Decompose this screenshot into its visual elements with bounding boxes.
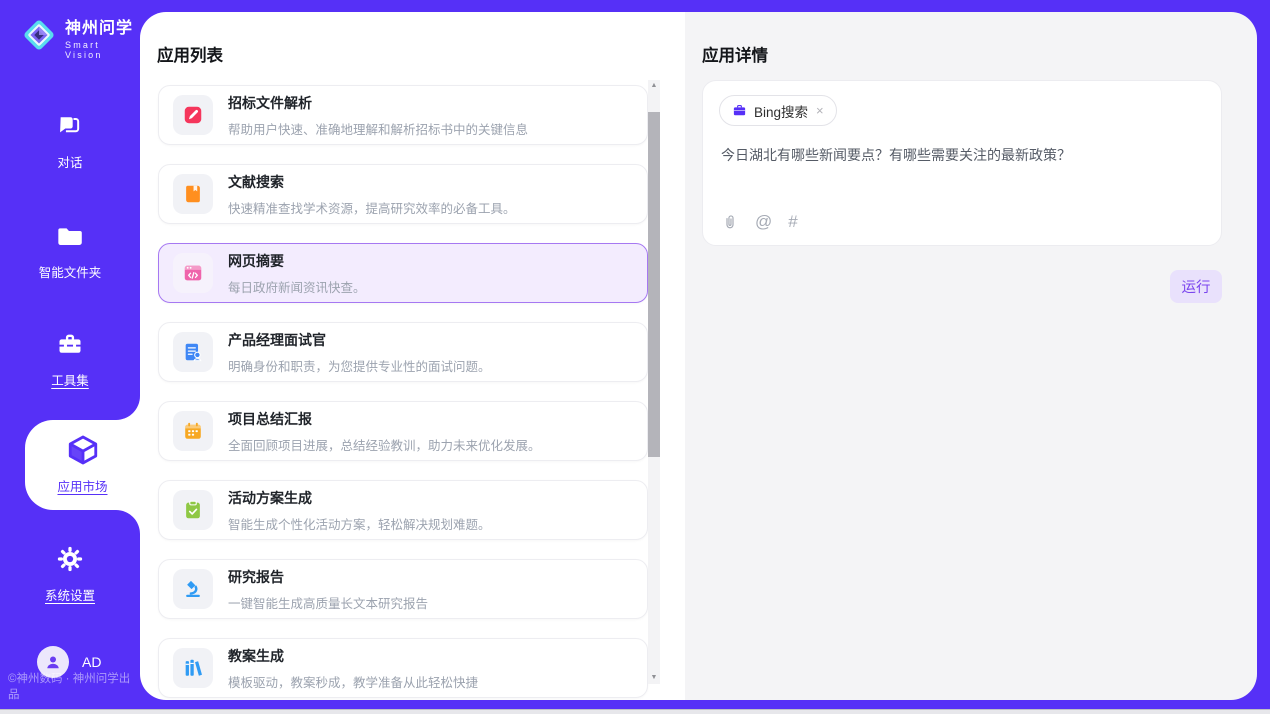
tool-tag-bing[interactable]: Bing搜索 ×: [719, 95, 837, 126]
sidebar-item-label: 应用市场: [25, 476, 140, 495]
sidebar-item-label: 工具集: [0, 370, 140, 389]
app-name: 教案生成: [228, 646, 478, 666]
scroll-up-icon[interactable]: ▲: [648, 80, 660, 92]
sidebar-item-label: 对话: [0, 152, 140, 171]
app-name: 产品经理面试官: [228, 330, 491, 350]
brand-name: 神州问学: [65, 14, 140, 38]
app-detail-panel: 应用详情 Bing搜索 × 今日湖北有哪些新闻要点？有哪些需要关注的最新政策？ …: [685, 12, 1257, 700]
app-list-panel: 应用列表 招标文件解析 帮助用户快速、准确地理解和解析招标书中的关键信息 文献搜…: [140, 12, 685, 700]
calendar-icon: [173, 411, 213, 451]
diamond-logo-icon: [20, 16, 58, 59]
sidebar-item-label: 智能文件夹: [0, 262, 140, 281]
scrollbar-thumb[interactable]: [648, 112, 660, 457]
sidebar-item-smart-folder[interactable]: 智能文件夹: [0, 222, 140, 281]
app-card[interactable]: 教案生成 模板驱动，教案秒成，教学准备从此轻松快捷: [158, 638, 648, 698]
chat-icon: [56, 112, 84, 140]
clipboard-check-icon: [173, 490, 213, 530]
app-name: 项目总结汇报: [228, 409, 541, 429]
attachment-toolbar: @ #: [721, 212, 798, 232]
prompt-text-input[interactable]: 今日湖北有哪些新闻要点？有哪些需要关注的最新政策？: [721, 145, 1201, 165]
app-card[interactable]: 文献搜索 快速精准查找学术资源，提高研究效率的必备工具。: [158, 164, 648, 224]
books-icon: [173, 648, 213, 688]
app-name: 网页摘要: [228, 251, 366, 271]
app-desc: 全面回顾项目进展，总结经验教训，助力未来优化发展。: [228, 435, 541, 454]
copyright-footer: ©神州数码 · 神州问学出品: [8, 670, 140, 702]
brand-subtitle: Smart Vision: [65, 40, 140, 60]
app-detail-title: 应用详情: [702, 42, 768, 66]
app-desc: 帮助用户快速、准确地理解和解析招标书中的关键信息: [228, 119, 528, 138]
sidebar-item-app-market[interactable]: 应用市场: [25, 420, 140, 510]
app-card-selected[interactable]: 网页摘要 每日政府新闻资讯快查。: [158, 243, 648, 303]
app-card[interactable]: 研究报告 一键智能生成高质量长文本研究报告: [158, 559, 648, 619]
scroll-down-icon[interactable]: ▼: [648, 672, 660, 684]
app-list-title: 应用列表: [157, 42, 223, 66]
app-list-scrollbar[interactable]: ▲ ▼: [648, 80, 660, 684]
window-bottom-edge: [0, 709, 1270, 714]
app-desc: 一键智能生成高质量长文本研究报告: [228, 593, 428, 612]
browser-code-icon: [173, 253, 213, 293]
brand-logo: 神州问学 Smart Vision: [20, 14, 140, 60]
app-name: 招标文件解析: [228, 93, 528, 113]
bump-notch-bottom: [116, 510, 140, 534]
mention-icon[interactable]: @: [755, 212, 772, 232]
app-card[interactable]: 招标文件解析 帮助用户快速、准确地理解和解析招标书中的关键信息: [158, 85, 648, 145]
briefcase-icon: [732, 103, 747, 118]
bump-notch-top: [116, 396, 140, 420]
app-desc: 智能生成个性化活动方案，轻松解决规划难题。: [228, 514, 491, 533]
run-button[interactable]: 运行: [1170, 270, 1222, 303]
close-icon[interactable]: ×: [816, 103, 824, 118]
sidebar-item-toolset[interactable]: 工具集: [0, 330, 140, 389]
sidebar: 神州问学 Smart Vision 对话 智能文件夹: [0, 0, 140, 714]
content-area: 应用列表 招标文件解析 帮助用户快速、准确地理解和解析招标书中的关键信息 文献搜…: [140, 12, 1257, 700]
app-desc: 模板驱动，教案秒成，教学准备从此轻松快捷: [228, 672, 478, 691]
microscope-icon: [173, 569, 213, 609]
app-name: 文献搜索: [228, 172, 516, 192]
app-desc: 每日政府新闻资讯快查。: [228, 277, 366, 296]
interview-doc-icon: [173, 332, 213, 372]
tool-tag-label: Bing搜索: [754, 101, 808, 121]
app-desc: 快速精准查找学术资源，提高研究效率的必备工具。: [228, 198, 516, 217]
app-name: 活动方案生成: [228, 488, 491, 508]
app-name: 研究报告: [228, 567, 428, 587]
gear-icon: [56, 545, 84, 573]
hashtag-icon[interactable]: #: [788, 212, 797, 232]
folder-icon: [56, 222, 84, 250]
prompt-card: Bing搜索 × 今日湖北有哪些新闻要点？有哪些需要关注的最新政策？ @ #: [702, 80, 1222, 246]
paperclip-icon[interactable]: [721, 213, 739, 231]
app-desc: 明确身份和职责，为您提供专业性的面试问题。: [228, 356, 491, 375]
app-card[interactable]: 产品经理面试官 明确身份和职责，为您提供专业性的面试问题。: [158, 322, 648, 382]
toolbox-icon: [56, 330, 84, 358]
edit-square-icon: [173, 95, 213, 135]
app-card[interactable]: 活动方案生成 智能生成个性化活动方案，轻松解决规划难题。: [158, 480, 648, 540]
cube-icon: [66, 433, 100, 467]
app-card-list: 招标文件解析 帮助用户快速、准确地理解和解析招标书中的关键信息 文献搜索 快速精…: [158, 85, 648, 698]
user-name: AD: [82, 654, 101, 670]
book-icon: [173, 174, 213, 214]
app-card[interactable]: 项目总结汇报 全面回顾项目进展，总结经验教训，助力未来优化发展。: [158, 401, 648, 461]
sidebar-item-label: 系统设置: [0, 585, 140, 604]
sidebar-item-settings[interactable]: 系统设置: [0, 545, 140, 604]
sidebar-item-chat[interactable]: 对话: [0, 112, 140, 171]
